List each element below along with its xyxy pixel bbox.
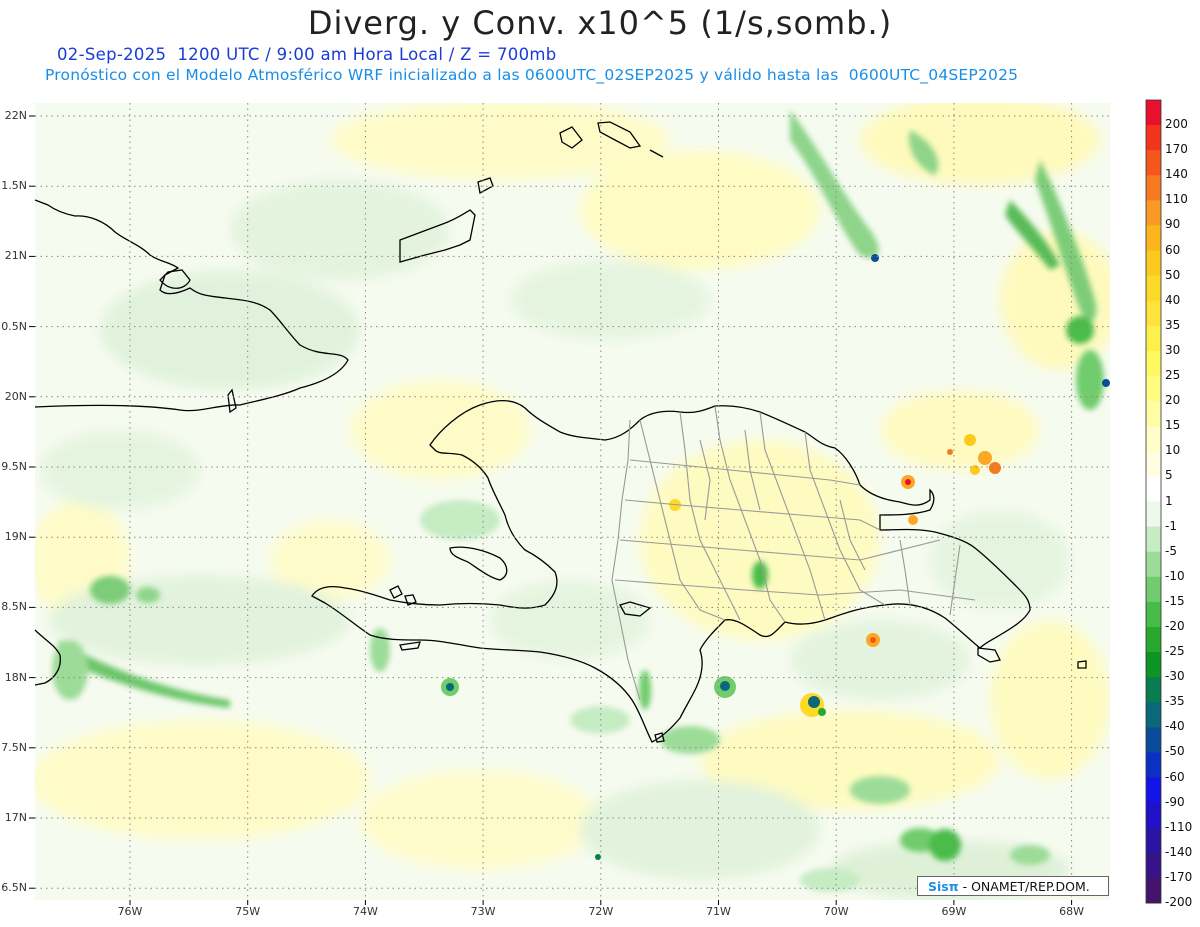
colorbar-swatch [1146,225,1161,252]
colorbar-swatch [1146,677,1161,703]
colorbar-swatch [1146,401,1161,427]
lon-label: 68W [1059,905,1085,918]
colorbar-swatch [1146,626,1161,653]
lon-label: 76W [117,905,143,918]
colorbar-level-label: -60 [1165,769,1185,784]
lat-label: 6.5N [1,881,27,895]
colorbar-swatch [1146,250,1161,277]
colorbar-swatch [1146,451,1161,477]
colorbar-level-label: -50 [1165,744,1185,759]
colorbar-swatch [1146,601,1161,628]
lon-label: 73W [470,905,496,918]
lat-label: 19N [4,530,27,544]
colorbar-level-label: -40 [1165,719,1185,734]
colorbar-level-label: 200 [1165,117,1188,132]
lon-label: 74W [352,905,378,918]
colorbar-swatch [1146,727,1161,753]
lat-label: 1.5N [1,179,27,193]
colorbar-swatch [1146,752,1161,779]
lat-label: 17N [4,811,27,824]
colorbar-level-label: -20 [1165,618,1185,633]
colorbar-swatch [1146,652,1161,678]
colorbar-level-label: 25 [1165,368,1181,383]
colorbar-level-label: 10 [1165,443,1181,458]
colorbar-swatch [1146,802,1161,829]
colorbar-level-label: -30 [1165,669,1185,684]
colorbar-swatch [1146,576,1161,603]
lon-label: 71W [706,905,731,918]
colorbar-swatch [1146,501,1161,528]
lat-label: 7.5N [1,740,27,754]
colorbar-level-label: 60 [1165,242,1181,257]
colorbar-swatch [1146,325,1161,352]
colorbar-swatch [1146,376,1161,402]
colorbar-swatch [1146,827,1161,854]
lat-label: 20N [4,389,27,403]
colorbar-level-label: 30 [1165,342,1181,357]
colorbar-swatch [1146,350,1161,377]
colorbar-level-label: -5 [1165,543,1177,558]
colorbar-level-label: -10 [1165,568,1185,583]
colorbar-level-label: 90 [1165,217,1181,232]
colorbar-level-label: 40 [1165,292,1181,307]
colorbar-swatch [1146,426,1161,452]
colorbar-swatch [1146,200,1161,226]
colorbar-swatch [1146,526,1161,553]
lat-label: 8.5N [1,600,27,614]
colorbar-level-label: -90 [1165,794,1185,809]
colorbar-swatch [1146,100,1161,126]
sispi-brand: Sisπ [928,879,959,894]
lon-label: 72W [588,905,614,918]
colorbar-level-label: 35 [1165,317,1181,332]
lat-label: 0.5N [1,319,27,333]
lat-label: 22N [4,109,27,122]
lat-label: 18N [4,670,27,684]
colorbar-level-label: -110 [1165,819,1193,834]
colorbar-level-label: -25 [1165,644,1185,659]
colorbar-level-label: -140 [1165,844,1193,859]
lat-label: 9.5N [1,460,27,473]
credit-box: Sisπ - ONAMET/REP.DOM. [917,876,1109,896]
colorbar-swatch [1146,852,1161,879]
colorbar-swatch [1146,551,1161,578]
colorbar-level-label: 110 [1165,192,1188,207]
colorbar-level-label: 15 [1165,418,1181,433]
colorbar-swatch [1146,877,1161,904]
colorbar-level-label: 20 [1165,393,1181,408]
colorbar-level-label: -170 [1165,869,1193,884]
lat-label: 21N [4,249,27,263]
colorbar-level-label: -1 [1165,518,1177,533]
lon-label: 75W [235,905,261,918]
forecast-map [29,99,1162,905]
colorbar-swatch [1146,175,1161,201]
credit-text: - ONAMET/REP.DOM. [962,879,1090,894]
colorbar-level-label: 170 [1165,142,1188,157]
colorbar-swatch [1146,275,1161,302]
colorbar-swatch [1146,150,1161,176]
lon-label: 69W [941,905,967,918]
colorbar-level-label: 50 [1165,267,1181,282]
colorbar-level-label: 5 [1165,468,1173,483]
colorbar-level-label: -200 [1165,895,1193,909]
colorbar-level-label: -15 [1165,593,1185,608]
colorbar-level-label: -35 [1165,694,1185,709]
colorbar-swatch [1146,777,1161,804]
colorbar-swatch [1146,476,1161,502]
colorbar-swatch [1146,300,1161,327]
colorbar-swatch [1146,125,1161,151]
colorbar-level-label: 1 [1165,493,1173,508]
colorbar [1145,99,1162,904]
colorbar-level-label: 140 [1165,167,1188,182]
lon-label: 70W [823,905,849,918]
colorbar-swatch [1146,702,1161,728]
